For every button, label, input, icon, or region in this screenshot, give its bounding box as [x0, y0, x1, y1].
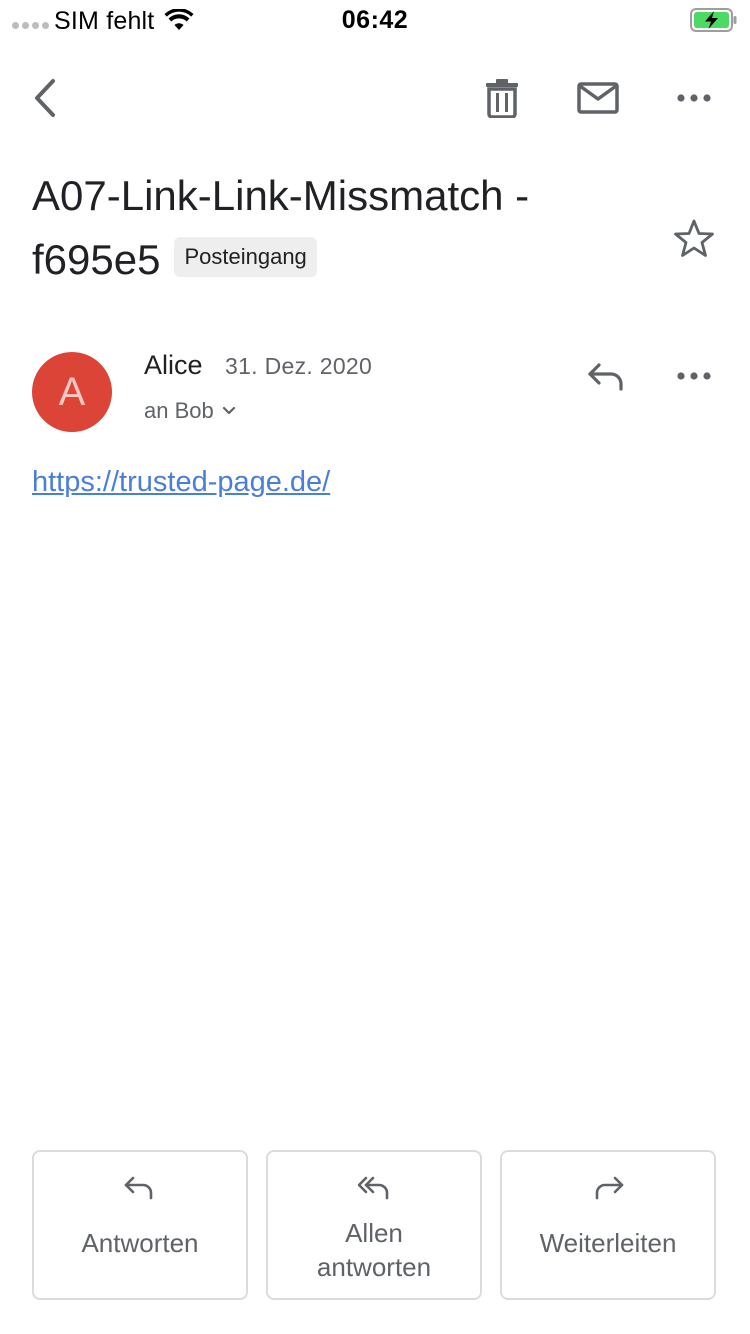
recipient-details-toggle[interactable]: an Bob	[144, 398, 236, 424]
reply-all-button[interactable]: Allen antworten	[266, 1150, 482, 1300]
trash-icon	[486, 79, 518, 118]
reply-button[interactable]: Antworten	[32, 1150, 248, 1300]
delete-button[interactable]	[474, 70, 530, 126]
more-horizontal-icon	[677, 372, 711, 380]
sender-avatar[interactable]: A	[32, 352, 112, 432]
reply-all-icon	[357, 1176, 389, 1200]
forward-button[interactable]: Weiterleiten	[500, 1150, 716, 1300]
forward-icon	[595, 1176, 624, 1200]
reply-icon	[124, 1176, 153, 1200]
reply-label: Antworten	[81, 1228, 199, 1258]
chevron-down-icon	[222, 406, 235, 415]
message-more-button[interactable]	[666, 348, 722, 404]
mark-unread-button[interactable]	[570, 70, 626, 126]
more-horizontal-icon	[677, 94, 711, 102]
star-button[interactable]	[666, 210, 722, 266]
more-options-button[interactable]	[666, 70, 722, 126]
label-chip[interactable]: Posteingang	[174, 236, 317, 277]
sender-name: Alice	[144, 350, 203, 380]
email-subject: A07-Link-Link-Missmatch - f695e5 Posteing…	[32, 164, 642, 292]
battery-charging-icon	[690, 8, 737, 32]
star-icon	[674, 219, 714, 257]
forward-label: Weiterleiten	[539, 1228, 677, 1258]
status-time: 06:42	[341, 6, 409, 34]
back-arrow-icon	[35, 79, 55, 117]
recipient-label: an Bob	[144, 398, 214, 423]
back-button[interactable]	[18, 70, 74, 126]
reply-all-label: Allen antworten	[316, 1218, 432, 1282]
reply-icon-button[interactable]	[578, 348, 634, 404]
email-date: 31. Dez. 2020	[225, 353, 373, 379]
reply-icon	[588, 363, 623, 391]
email-body-link[interactable]: https://trusted-page.de/	[32, 466, 330, 499]
status-bar: SIM fehlt 06:42	[0, 0, 750, 40]
mail-icon	[577, 82, 619, 114]
